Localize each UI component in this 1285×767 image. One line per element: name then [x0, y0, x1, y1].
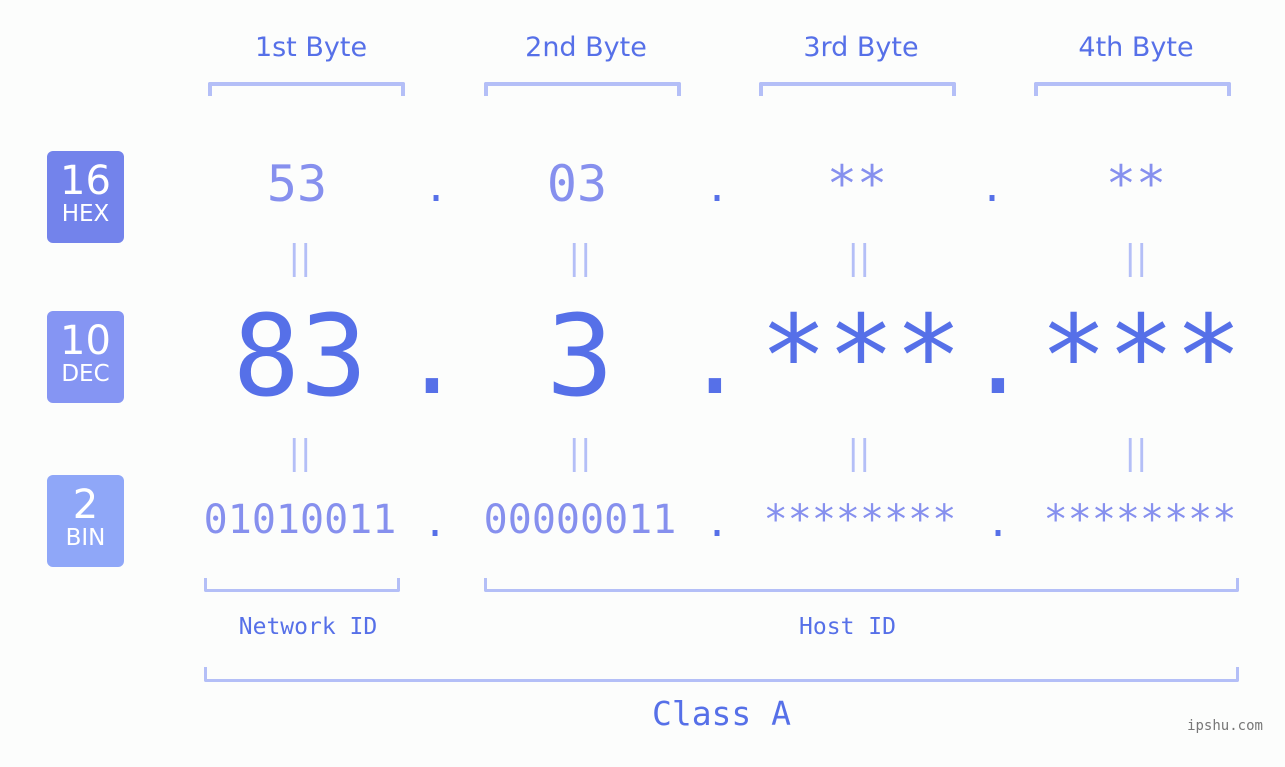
- hex-dot-1: .: [423, 165, 449, 211]
- bin-byte-2: 00000011: [483, 497, 677, 543]
- hex-byte-2: 03: [546, 155, 608, 213]
- equals-sign: ||: [1124, 238, 1148, 278]
- hex-dot-3: .: [979, 165, 1005, 211]
- byte-header-4: 4th Byte: [1078, 32, 1194, 63]
- bin-dot-1: .: [422, 500, 448, 546]
- dec-dot-1: .: [401, 300, 463, 417]
- dec-byte-2: 3: [546, 292, 614, 422]
- equals-sign: ||: [288, 238, 312, 278]
- dec-byte-3: ***: [759, 292, 963, 422]
- equals-sign: ||: [568, 433, 592, 473]
- bin-dot-2: .: [704, 500, 730, 546]
- network-id-bracket: [204, 578, 400, 592]
- byte-header-1: 1st Byte: [254, 32, 368, 63]
- byte-bracket-2: [484, 82, 681, 96]
- hex-byte-4: **: [1105, 155, 1167, 213]
- hex-byte-1: 53: [266, 155, 328, 213]
- bin-badge: 2 BIN: [47, 475, 124, 567]
- class-bracket: [204, 667, 1239, 682]
- byte-bracket-1: [208, 82, 405, 96]
- dec-byte-4: ***: [1039, 292, 1243, 422]
- class-label: Class A: [651, 694, 792, 733]
- host-id-bracket: [484, 578, 1239, 592]
- dec-dot-3: .: [967, 300, 1029, 417]
- equals-sign: ||: [288, 433, 312, 473]
- bin-badge-label: BIN: [65, 525, 106, 551]
- hex-byte-3: **: [826, 155, 888, 213]
- dec-badge-base: 10: [60, 318, 111, 364]
- byte-bracket-4: [1034, 82, 1231, 96]
- byte-header-2: 2nd Byte: [525, 32, 647, 63]
- hex-badge-base: 16: [60, 158, 111, 204]
- byte-bracket-3: [759, 82, 956, 96]
- bin-byte-3: ********: [763, 497, 957, 543]
- bin-byte-1: 01010011: [203, 497, 397, 543]
- dec-badge-label: DEC: [61, 361, 110, 387]
- hex-badge: 16 HEX: [47, 151, 124, 243]
- hex-dot-2: .: [704, 165, 730, 211]
- network-id-label: Network ID: [238, 614, 378, 640]
- watermark: ipshu.com: [1187, 718, 1263, 734]
- hex-badge-label: HEX: [61, 201, 110, 227]
- dec-badge: 10 DEC: [47, 311, 124, 403]
- equals-sign: ||: [1124, 433, 1148, 473]
- equals-sign: ||: [568, 238, 592, 278]
- equals-sign: ||: [847, 238, 871, 278]
- bin-badge-base: 2: [72, 482, 99, 528]
- byte-header-3: 3rd Byte: [803, 32, 919, 63]
- dec-byte-1: 83: [232, 292, 368, 422]
- bin-dot-3: .: [985, 500, 1011, 546]
- host-id-label: Host ID: [799, 614, 896, 640]
- dec-dot-2: .: [684, 300, 746, 417]
- equals-sign: ||: [847, 433, 871, 473]
- bin-byte-4: ********: [1043, 497, 1237, 543]
